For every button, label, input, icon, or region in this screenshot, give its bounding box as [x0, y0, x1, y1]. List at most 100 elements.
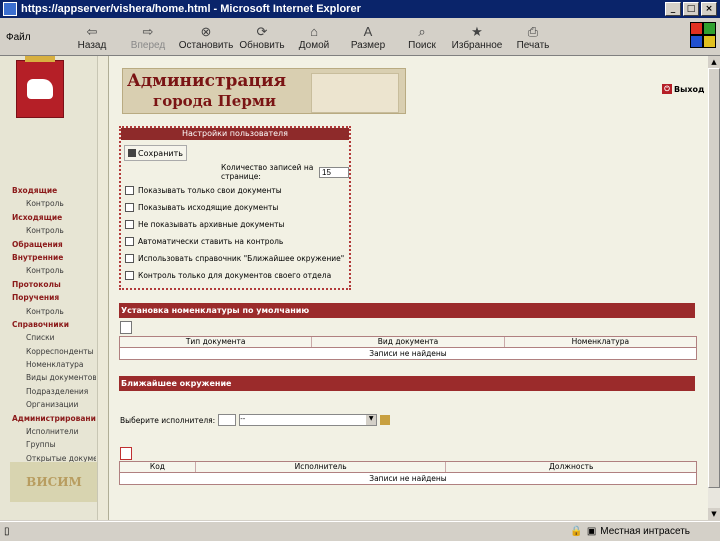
option-department-control[interactable]: Контроль только для документов своего от… [125, 271, 331, 280]
environment-section-title: Ближайшее окружение [119, 376, 695, 391]
sidebar-item[interactable]: Исполнители [12, 425, 96, 438]
sidebar-item[interactable]: Номенклатура [12, 358, 96, 371]
navigation-frame: Входящие Контроль Исходящие Контроль Обращен… [0, 56, 109, 520]
page-scrollbar[interactable]: ▲ ▼ [708, 56, 720, 520]
checkbox[interactable] [125, 271, 134, 280]
executor-selector: Выберите исполнителя: -- ▼ [120, 414, 391, 426]
nav-frame-scrollbar[interactable] [97, 56, 108, 520]
sidebar-item[interactable]: Контроль [12, 197, 96, 210]
nomenclature-section-title: Установка номенклатуры по умолчанию [119, 303, 695, 318]
records-per-page-input[interactable] [319, 166, 349, 178]
browser-toolbar: Файл ⇦ Назад ⇨ Вперед ⊗ Остановить ⟳ Обн… [0, 19, 720, 56]
option-use-environment[interactable]: Использовать справочник "Ближайшее окруж… [125, 254, 344, 263]
scroll-down-icon[interactable]: ▼ [708, 508, 720, 520]
sidebar-item[interactable]: Внутренние [12, 251, 96, 264]
scroll-up-icon[interactable]: ▲ [708, 56, 720, 68]
exit-button[interactable]: ⏻ Выход [662, 84, 704, 94]
table-header: Тип документа Вид документа Номенклатура [120, 337, 696, 348]
window-title: https://appserver/vishera/home.html - Mi… [21, 3, 361, 15]
bear-icon [27, 79, 53, 99]
search-button[interactable]: ⌕ Поиск [398, 20, 446, 54]
sidebar-nav: Входящие Контроль Исходящие Контроль Обращен… [12, 184, 96, 492]
records-per-page: Количество записей на странице: [221, 163, 349, 181]
scroll-thumb[interactable] [708, 68, 720, 488]
banner-line1: Администрация [127, 71, 287, 91]
checkbox[interactable] [125, 254, 134, 263]
intranet-zone-icon: ▣ [586, 526, 597, 537]
empty-message: Записи не найдены [369, 349, 447, 358]
table-header: Код Исполнитель Должность [120, 462, 696, 473]
minimize-button[interactable]: _ [665, 2, 681, 16]
vizit-logo: ВИСИМ [10, 462, 98, 502]
refresh-icon: ⟳ [256, 23, 268, 39]
sidebar-item[interactable]: Контроль [12, 305, 96, 318]
environment-table: Код Исполнитель Должность Записи не найд… [119, 461, 697, 485]
checkbox[interactable] [125, 203, 134, 212]
windows-logo-icon [690, 22, 716, 48]
search-icon: ⌕ [418, 23, 426, 39]
sidebar-item[interactable]: Подразделения [12, 385, 96, 398]
favorites-icon: ★ [471, 23, 483, 39]
header-banner: Администрация города Перми [122, 68, 406, 114]
print-button[interactable]: ⎙ Печать [508, 20, 558, 54]
floppy-disk-icon [128, 149, 136, 157]
forward-arrow-icon: ⇨ [142, 23, 154, 39]
sidebar-item[interactable]: Группы [12, 438, 96, 451]
sidebar-item[interactable]: Исходящие [12, 211, 96, 224]
home-icon: ⌂ [310, 23, 318, 39]
option-hide-archive[interactable]: Не показывать архивные документы [125, 220, 284, 229]
checkbox[interactable] [125, 220, 134, 229]
status-bar: ▯ 🔒 ▣ Местная интрасеть [0, 521, 720, 541]
add-document-icon[interactable] [120, 321, 132, 334]
maximize-button[interactable]: □ [683, 2, 699, 16]
sidebar-item[interactable]: Входящие [12, 184, 96, 197]
checkbox[interactable] [125, 186, 134, 195]
stop-button[interactable]: ⊗ Остановить [178, 20, 234, 54]
print-icon: ⎙ [527, 23, 539, 39]
ie-app-icon [3, 2, 17, 16]
chevron-down-icon[interactable]: ▼ [366, 415, 377, 425]
sidebar-item[interactable]: Поручения [12, 291, 96, 304]
sidebar-item[interactable]: Администрирование [12, 412, 96, 425]
sidebar-item[interactable]: Организации [12, 398, 96, 411]
page-content: Входящие Контроль Исходящие Контроль Обращен… [0, 56, 708, 520]
sidebar-item[interactable]: Обращения [12, 238, 96, 251]
back-arrow-icon: ⇦ [86, 23, 98, 39]
status-zone-text: Местная интрасеть [600, 526, 690, 537]
save-button[interactable]: Сохранить [124, 145, 187, 161]
executor-code-input[interactable] [218, 414, 237, 426]
sidebar-item[interactable]: Контроль [12, 224, 96, 237]
window-controls: _ □ × [665, 2, 717, 16]
back-button[interactable]: ⇦ Назад [66, 20, 118, 54]
add-executor-icon[interactable] [380, 415, 391, 425]
settings-title: Настройки пользователя [121, 128, 349, 140]
refresh-button[interactable]: ⟳ Обновить [234, 20, 290, 54]
city-crest-logo [16, 56, 64, 118]
file-menu[interactable]: Файл [0, 32, 66, 43]
forward-button[interactable]: ⇨ Вперед [118, 20, 178, 54]
sidebar-item[interactable]: Контроль [12, 264, 96, 277]
option-auto-control[interactable]: Автоматически ставить на контроль [125, 237, 283, 246]
sidebar-item[interactable]: Списки [12, 331, 96, 344]
sidebar-item[interactable]: Виды документов [12, 371, 96, 384]
exit-icon: ⏻ [662, 84, 672, 94]
option-outgoing-docs[interactable]: Показывать исходящие документы [125, 203, 278, 212]
option-own-docs[interactable]: Показывать только свои документы [125, 186, 282, 195]
empty-message: Записи не найдены [369, 474, 447, 483]
close-button[interactable]: × [701, 2, 717, 16]
crown-icon [25, 56, 55, 62]
sidebar-item[interactable]: Протоколы [12, 278, 96, 291]
sidebar-item[interactable]: Справочники [12, 318, 96, 331]
delete-icon[interactable] [120, 447, 132, 460]
sidebar-item[interactable]: Корреспонденты [12, 345, 96, 358]
favorites-button[interactable]: ★ Избранное [446, 20, 508, 54]
executor-select[interactable]: -- ▼ [239, 414, 378, 426]
nomenclature-table: Тип документа Вид документа Номенклатура… [119, 336, 697, 360]
page-icon: ▯ [4, 526, 10, 537]
stop-icon: ⊗ [200, 23, 212, 39]
checkbox[interactable] [125, 237, 134, 246]
font-size-button[interactable]: A Размер [338, 20, 398, 54]
home-button[interactable]: ⌂ Домой [290, 20, 338, 54]
font-size-icon: A [363, 23, 373, 39]
main-frame: Администрация города Перми ⏻ Выход Настр… [108, 56, 708, 520]
